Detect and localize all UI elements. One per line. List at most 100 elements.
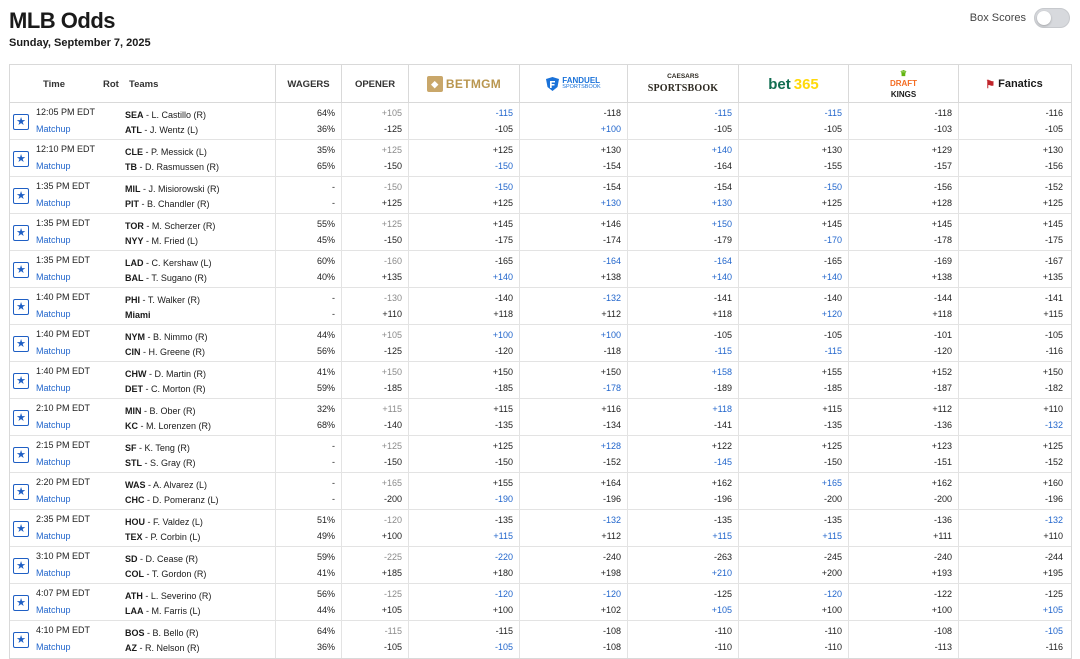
odds-away[interactable]: -108 [934, 626, 952, 636]
odds-home[interactable]: -103 [934, 124, 952, 134]
away-team[interactable]: BOS - B. Bello (R) [125, 625, 200, 641]
odds-home[interactable]: +138 [932, 272, 952, 282]
home-team[interactable]: CHC - D. Pomeranz (L) [125, 492, 219, 508]
odds-home[interactable]: -108 [603, 642, 621, 652]
matchup-link[interactable]: Matchup [36, 161, 71, 171]
odds-away[interactable]: +145 [1043, 219, 1063, 229]
matchup-link[interactable]: Matchup [36, 494, 71, 504]
odds-home[interactable]: +120 [822, 309, 842, 319]
odds-away[interactable]: -144 [934, 293, 952, 303]
odds-away[interactable]: -245 [824, 552, 842, 562]
away-team[interactable]: WAS - A. Alvarez (L) [125, 477, 219, 493]
odds-home[interactable]: +195 [1043, 568, 1063, 578]
odds-away[interactable]: +125 [822, 441, 842, 451]
odds-away[interactable]: +164 [601, 478, 621, 488]
star-icon[interactable]: ★ [13, 484, 29, 500]
odds-home[interactable]: -150 [495, 161, 513, 171]
home-team[interactable]: STL - S. Gray (R) [125, 455, 196, 471]
odds-home[interactable]: -155 [824, 161, 842, 171]
odds-away[interactable]: -115 [496, 626, 513, 636]
away-team[interactable]: ATH - L. Severino (R) [125, 588, 211, 604]
matchup-link[interactable]: Matchup [36, 124, 71, 134]
odds-home[interactable]: +102 [601, 605, 621, 615]
star-icon[interactable]: ★ [13, 188, 29, 204]
odds-home[interactable]: +100 [601, 124, 621, 134]
header-rot[interactable]: Rot [103, 79, 129, 90]
matchup-link[interactable]: Matchup [36, 346, 71, 356]
odds-home[interactable]: -110 [715, 642, 732, 652]
odds-home[interactable]: -185 [495, 383, 513, 393]
odds-home[interactable]: +110 [1043, 531, 1063, 541]
star-icon[interactable]: ★ [13, 410, 29, 426]
away-team[interactable]: PHI - T. Walker (R) [125, 292, 200, 308]
away-team[interactable]: MIL - J. Misiorowski (R) [125, 181, 220, 197]
odds-away[interactable]: +150 [712, 219, 732, 229]
odds-away[interactable]: +115 [822, 404, 842, 414]
box-scores-toggle[interactable] [1034, 8, 1070, 28]
home-team[interactable]: KC - M. Lorenzen (R) [125, 418, 211, 434]
home-team[interactable]: NYY - M. Fried (L) [125, 233, 215, 249]
odds-away[interactable]: -240 [934, 552, 952, 562]
odds-away[interactable]: +110 [1043, 404, 1063, 414]
odds-away[interactable]: -135 [824, 515, 842, 525]
odds-away[interactable]: +130 [1043, 145, 1063, 155]
odds-away[interactable]: -164 [603, 256, 621, 266]
odds-home[interactable]: +210 [712, 568, 732, 578]
odds-away[interactable]: -101 [934, 330, 952, 340]
odds-home[interactable]: +100 [822, 605, 842, 615]
odds-home[interactable]: +118 [932, 309, 952, 319]
away-team[interactable]: TOR - M. Scherzer (R) [125, 218, 215, 234]
odds-home[interactable]: -196 [714, 494, 732, 504]
odds-away[interactable]: +122 [712, 441, 732, 451]
odds-away[interactable]: -120 [495, 589, 513, 599]
odds-away[interactable]: -165 [495, 256, 513, 266]
odds-home[interactable]: -132 [1045, 420, 1063, 430]
odds-away[interactable]: -220 [495, 552, 513, 562]
home-team[interactable]: LAA - M. Farris (L) [125, 603, 211, 619]
star-icon[interactable]: ★ [13, 262, 29, 278]
odds-away[interactable]: +125 [493, 145, 513, 155]
home-team[interactable]: CIN - H. Greene (R) [125, 344, 208, 360]
odds-away[interactable]: -136 [934, 515, 952, 525]
odds-away[interactable]: -115 [496, 108, 513, 118]
home-team[interactable]: ATL - J. Wentz (L) [125, 122, 206, 138]
home-team[interactable]: PIT - B. Chandler (R) [125, 196, 220, 212]
odds-away[interactable]: -120 [824, 589, 842, 599]
odds-away[interactable]: +125 [1043, 441, 1063, 451]
matchup-link[interactable]: Matchup [36, 605, 71, 615]
odds-away[interactable]: +146 [601, 219, 621, 229]
home-team[interactable]: TEX - P. Corbin (L) [125, 529, 203, 545]
odds-away[interactable]: +118 [712, 404, 732, 414]
odds-away[interactable]: +152 [932, 367, 952, 377]
odds-away[interactable]: -125 [714, 589, 732, 599]
odds-home[interactable]: -105 [824, 124, 842, 134]
odds-away[interactable]: +162 [712, 478, 732, 488]
odds-home[interactable]: -105 [495, 642, 513, 652]
odds-away[interactable]: -150 [824, 182, 842, 192]
odds-home[interactable]: +135 [1043, 272, 1063, 282]
matchup-link[interactable]: Matchup [36, 309, 71, 319]
odds-away[interactable]: -263 [714, 552, 732, 562]
odds-home[interactable]: +125 [822, 198, 842, 208]
odds-away[interactable]: -118 [935, 108, 952, 118]
odds-away[interactable]: -125 [1045, 589, 1063, 599]
odds-home[interactable]: -105 [714, 124, 732, 134]
home-team[interactable]: Miami [125, 307, 200, 323]
odds-away[interactable]: -141 [1045, 293, 1063, 303]
home-team[interactable]: AZ - R. Nelson (R) [125, 640, 200, 656]
odds-away[interactable]: +165 [822, 478, 842, 488]
odds-away[interactable]: -110 [715, 626, 732, 636]
odds-home[interactable]: +118 [493, 309, 513, 319]
odds-away[interactable]: +123 [932, 441, 952, 451]
away-team[interactable]: LAD - C. Kershaw (L) [125, 255, 212, 271]
odds-home[interactable]: -185 [824, 383, 842, 393]
odds-away[interactable]: +115 [493, 404, 513, 414]
matchup-link[interactable]: Matchup [36, 235, 71, 245]
header-caesars[interactable]: CAESARS SPORTSBOOK [627, 65, 738, 103]
odds-home[interactable]: -120 [495, 346, 513, 356]
odds-home[interactable]: -154 [603, 161, 621, 171]
odds-away[interactable]: +145 [932, 219, 952, 229]
odds-home[interactable]: +115 [822, 531, 842, 541]
odds-home[interactable]: -116 [1046, 346, 1063, 356]
star-icon[interactable]: ★ [13, 595, 29, 611]
